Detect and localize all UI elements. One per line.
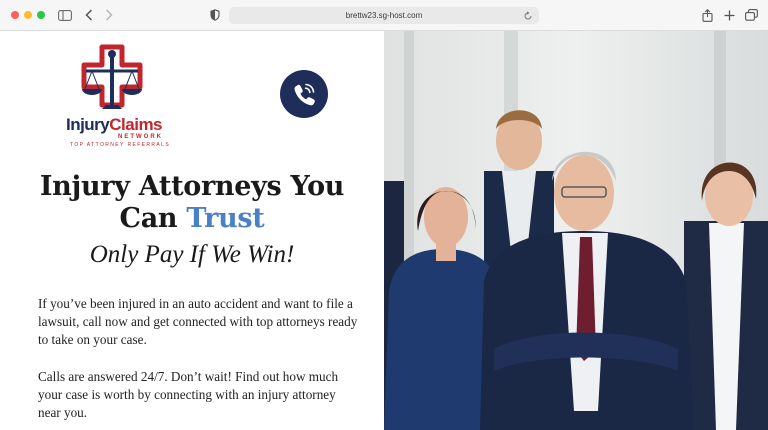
web-page: InjuryClaims NETWORK TOP ATTORNEY REFERR… xyxy=(0,31,768,430)
subheadline: Only Pay If We Win! xyxy=(89,241,295,268)
zoom-window-button[interactable] xyxy=(37,11,45,19)
logo-wordmark: InjuryClaims xyxy=(48,115,180,135)
logo-tagline: TOP ATTORNEY REFERRALS xyxy=(70,142,171,148)
shield-icon[interactable] xyxy=(209,7,221,23)
page-headline: Injury Attorneys You Can Trust xyxy=(20,171,364,235)
logo-word-injury: Injury xyxy=(65,115,110,134)
url-text: brettw23.sg-host.com xyxy=(345,11,423,20)
headline-accent-word: Trust xyxy=(186,203,265,234)
reload-icon[interactable] xyxy=(523,10,533,20)
minimize-window-button[interactable] xyxy=(24,11,32,19)
hero-photo xyxy=(384,31,768,430)
intro-paragraph: If you’ve been injured in an auto accide… xyxy=(38,296,358,347)
headline-line-2-start: Can xyxy=(119,203,187,234)
logo-network-text: NETWORK xyxy=(118,134,163,140)
close-window-button[interactable] xyxy=(11,11,19,19)
sidebar-icon[interactable] xyxy=(58,7,72,23)
back-icon[interactable] xyxy=(82,7,96,23)
forward-icon[interactable] xyxy=(102,7,116,23)
call-button[interactable] xyxy=(280,70,328,118)
hero-text-panel: InjuryClaims NETWORK TOP ATTORNEY REFERR… xyxy=(0,31,384,430)
injury-claims-network-logo[interactable]: InjuryClaims NETWORK TOP ATTORNEY REFERR… xyxy=(46,43,182,149)
share-icon[interactable] xyxy=(701,7,713,23)
availability-paragraph: Calls are answered 24/7. Don’t wait! Fin… xyxy=(38,369,339,420)
logo-word-claims: Claims xyxy=(109,115,163,134)
address-bar[interactable]: brettw23.sg-host.com xyxy=(229,7,539,24)
new-tab-icon[interactable] xyxy=(723,7,735,23)
cross-scales-logo-icon xyxy=(81,44,143,109)
browser-toolbar: brettw23.sg-host.com xyxy=(0,0,768,31)
tabs-overview-icon[interactable] xyxy=(744,7,758,23)
headline-line-1: Injury Attorneys You xyxy=(39,171,345,202)
attorney-team-photo xyxy=(384,31,768,430)
phone-icon xyxy=(294,83,315,106)
